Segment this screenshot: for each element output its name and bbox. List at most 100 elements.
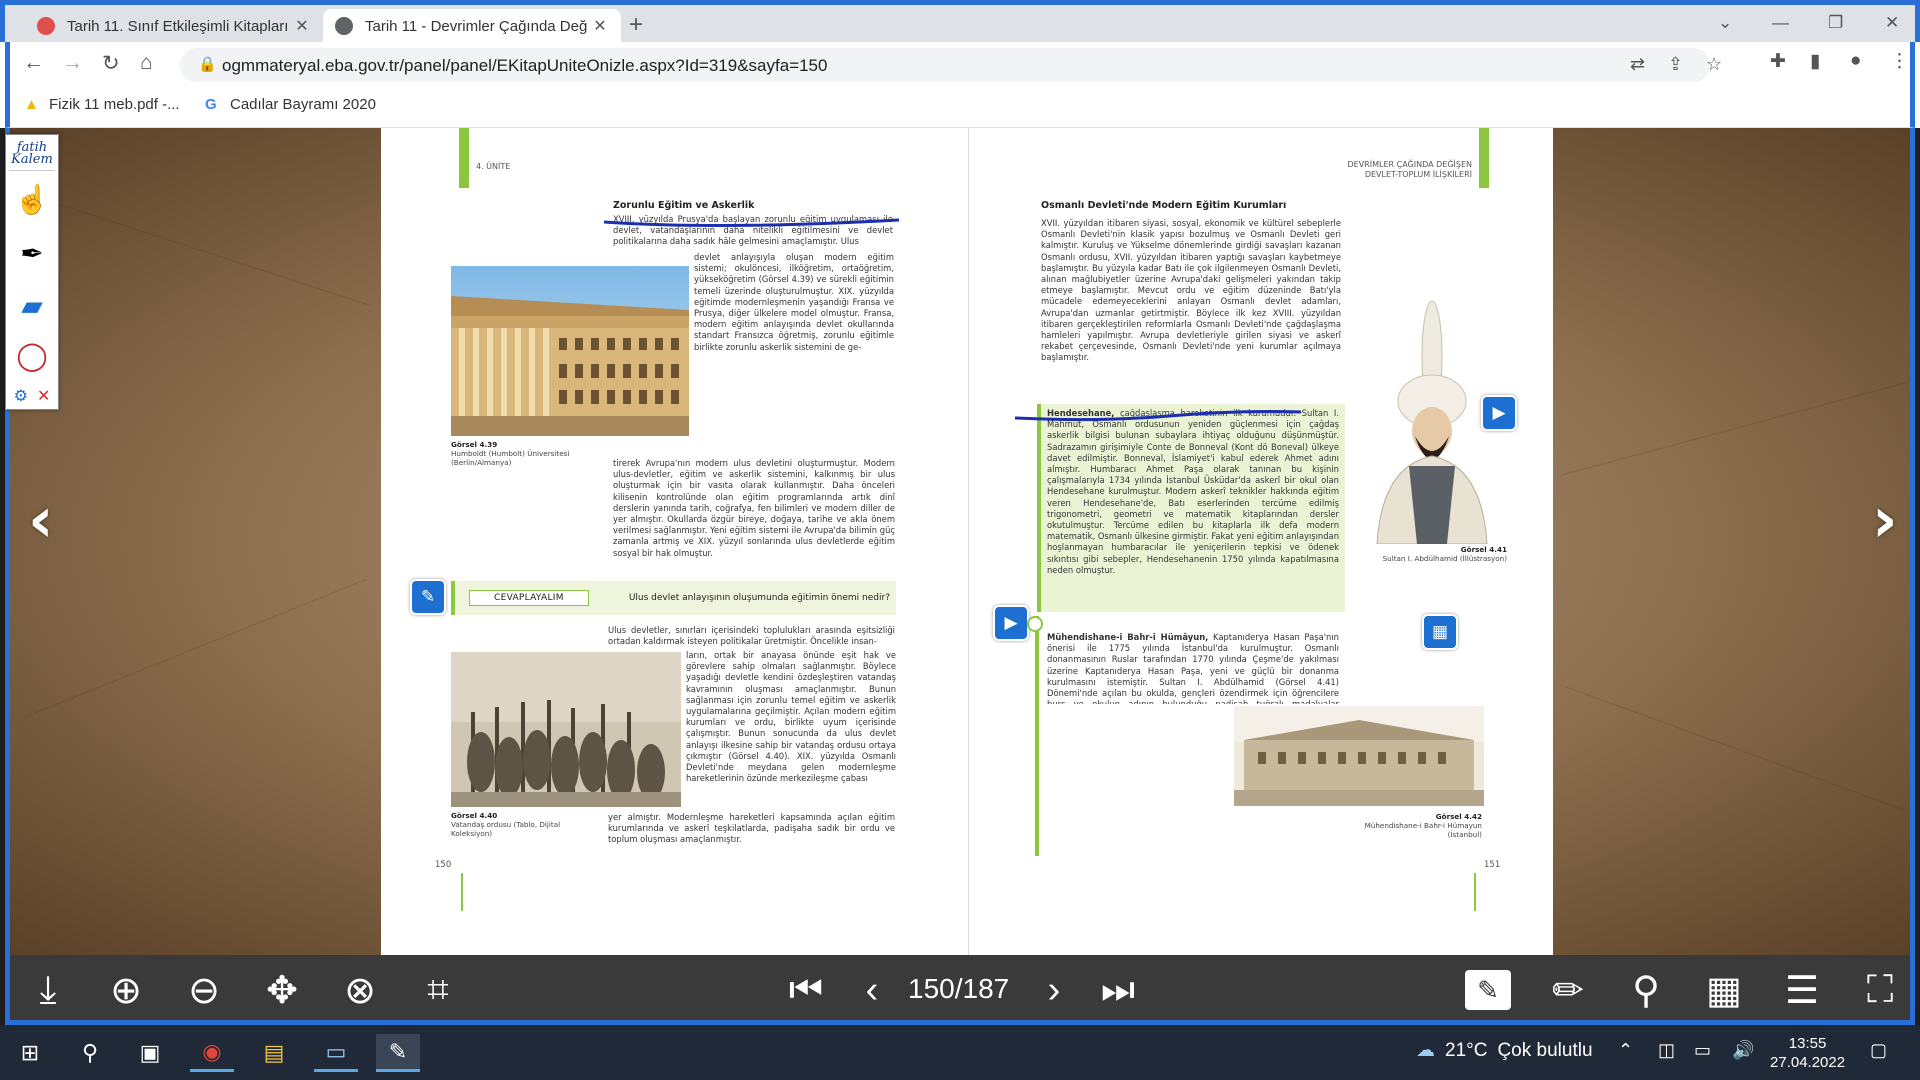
notification-icon[interactable]: ▢ (1870, 1040, 1887, 1061)
page-counter[interactable]: 150/187 (908, 973, 1009, 1005)
bookmark-label: Cadılar Bayramı 2020 (230, 96, 376, 113)
weather-temp: 21°C (1445, 1039, 1488, 1061)
caption-title: Görsel 4.40 (451, 811, 498, 820)
search-icon[interactable]: ⚲ (1620, 965, 1672, 1015)
paragraph: yer almıştır. Modernleşme hareketleri ka… (608, 812, 895, 845)
address-bar[interactable]: 🔒 ogmmateryal.eba.gov.tr/panel/panel/EKi… (180, 48, 1722, 82)
cevaplayalim-label: CEVAPLAYALIM (469, 590, 589, 606)
translate-icon[interactable]: ⇄ (1630, 54, 1645, 75)
minimize-button[interactable]: — (1772, 13, 1789, 33)
first-page-icon[interactable]: ⏮ (780, 965, 832, 1015)
reload-button[interactable]: ↻ (102, 51, 120, 76)
volume-icon[interactable]: 🔊 (1732, 1040, 1754, 1061)
image-gallery-button[interactable]: ▦ (1422, 614, 1458, 650)
caption-4-41: Görsel 4.41 Sultan I. Abdülhamid (İllüst… (1359, 545, 1507, 563)
tab-search-icon[interactable]: ⌄ (1718, 13, 1732, 33)
video-button[interactable]: ▶ (993, 605, 1029, 641)
edit-icon[interactable]: ✎ (1465, 970, 1511, 1010)
cevaplayalim-box: CEVAPLAYALIM Ulus devlet anlayışının olu… (451, 581, 896, 615)
back-button[interactable]: ← (23, 51, 44, 75)
new-tab-button[interactable]: + (629, 11, 643, 39)
unit-marker (459, 128, 469, 188)
profile-avatar-icon[interactable]: ● (1850, 50, 1861, 72)
tab-devrimler-cagi[interactable]: Tarih 11 - Devrimler Çağında Değ ✕ (323, 9, 621, 43)
timeline-dot (1027, 616, 1043, 632)
restore-button[interactable]: ❐ (1828, 13, 1843, 33)
muhendishane-paragraph: Mühendishane-i Bahr-i Hümâyun, Kaptanıde… (1047, 632, 1339, 704)
zoom-out-icon[interactable]: ⊖ (178, 965, 230, 1015)
shapes-icon[interactable]: ◯ (9, 333, 55, 377)
caption-title: Görsel 4.42 (1435, 812, 1482, 821)
pen-app-icon[interactable]: ✎ (376, 1034, 420, 1072)
chrome-icon[interactable]: ◉ (190, 1034, 234, 1072)
system-clock[interactable]: 13:55 27.04.2022 (1770, 1034, 1845, 1072)
viewer-toolbar: ⤓ ⊕ ⊖ ✥ ⊗ ⌗ ⏮ ‹ 150/187 › ⏭ ✎ ✏ ⚲ ▦ ☰ ⛶ (5, 955, 1915, 1025)
video-button[interactable]: ▶ (1481, 395, 1517, 431)
meb-logo-icon (37, 17, 55, 35)
caption-text: Mühendishane-i Bahr-i Hümayun (İstanbul) (1364, 821, 1482, 839)
zoom-reset-icon[interactable]: ⊗ (334, 965, 386, 1015)
term-bold: Mühendishane-i Bahr-i Hümâyun, (1047, 632, 1209, 642)
pen-panel-footer: ⚙ ✕ (9, 384, 55, 408)
unit-marker (1479, 128, 1489, 188)
unit-label: 4. ÜNİTE (476, 162, 511, 171)
close-tab-icon[interactable]: ✕ (591, 16, 609, 36)
url-text[interactable]: ogmmateryal.eba.gov.tr/panel/panel/EKita… (222, 56, 827, 76)
previous-page-icon[interactable]: ‹ (846, 965, 898, 1015)
close-tab-icon[interactable]: ✕ (293, 16, 311, 36)
device-icon[interactable]: ◫ (1658, 1040, 1675, 1061)
side-panel-icon[interactable]: ▮ (1810, 50, 1820, 73)
bookmarks-bar: ▲ Fizik 11 meb.pdf -... G Cadılar Bayram… (5, 88, 1915, 128)
pen-icon[interactable]: ✒ (9, 231, 55, 275)
last-page-icon[interactable]: ⏭ (1092, 965, 1144, 1015)
pen-icon[interactable]: ✏ (1542, 965, 1594, 1015)
term-text: Kaptanıderya Hasan Paşa'nın önerisi ile … (1047, 632, 1339, 704)
forward-button[interactable]: → (62, 51, 83, 75)
activity-button[interactable]: ✎ (410, 579, 446, 615)
crop-icon[interactable]: ⌗ (412, 965, 464, 1015)
share-icon[interactable]: ⇪ (1668, 54, 1683, 75)
download-icon[interactable]: ⤓ (22, 965, 74, 1015)
network-icon[interactable]: ▭ (1694, 1040, 1711, 1061)
remote-desktop-icon[interactable]: ▭ (314, 1034, 358, 1072)
section-title: Osmanlı Devleti'nde Modern Eğitim Kuruml… (1041, 200, 1287, 211)
next-page-icon[interactable]: › (1028, 965, 1080, 1015)
menu-kebab-icon[interactable]: ⋮ (1890, 50, 1909, 73)
list-icon[interactable]: ☰ (1776, 965, 1828, 1015)
caption-4-42: Görsel 4.42 Mühendishane-i Bahr-i Hümayu… (1334, 812, 1482, 839)
grid-icon[interactable]: ▦ (1698, 965, 1750, 1015)
weather-widget[interactable]: ☁ 21°C Çok bulutlu (1416, 1039, 1593, 1062)
zoom-in-icon[interactable]: ⊕ (100, 965, 152, 1015)
term-text: çağdaşlaşma hareketinin ilk kurumudur. S… (1047, 408, 1339, 575)
task-view-icon[interactable]: ▣ (128, 1034, 172, 1072)
file-explorer-icon[interactable]: ▤ (252, 1034, 296, 1072)
bookmark-fizik[interactable]: ▲ Fizik 11 meb.pdf -... (24, 96, 180, 113)
pan-icon[interactable]: ✥ (256, 965, 308, 1015)
eraser-icon[interactable]: ▰ (9, 283, 55, 327)
next-page-arrow[interactable]: › (1872, 483, 1898, 556)
previous-page-arrow[interactable]: ‹ (28, 483, 54, 556)
bookmark-star-icon[interactable]: ☆ (1706, 54, 1722, 75)
settings-icon[interactable]: ⚙ (14, 386, 28, 406)
windows-start-icon[interactable]: ⊞ (8, 1034, 52, 1072)
page-number: 150 (435, 860, 452, 870)
close-icon[interactable]: ✕ (37, 386, 50, 406)
bookmark-cadilar[interactable]: G Cadılar Bayramı 2020 (205, 96, 376, 113)
tray-chevron-icon[interactable]: ⌃ (1618, 1040, 1633, 1061)
extensions-icon[interactable]: ✚ (1770, 50, 1786, 73)
fullscreen-icon[interactable]: ⛶ (1854, 965, 1906, 1015)
hand-pointer-icon[interactable]: ☝ (9, 177, 55, 221)
hendesehane-paragraph: Hendesehane, çağdaşlaşma hareketinin ilk… (1047, 408, 1339, 608)
tab-etkilesimli-kitaplar[interactable]: Tarih 11. Sınıf Etkileşimli Kitapları ✕ (25, 9, 323, 43)
humboldt-university-photo (451, 266, 689, 436)
caption-text: Vatandaş ordusu (Tablo, Dijital Koleksiy… (451, 820, 561, 838)
home-button[interactable]: ⌂ (140, 51, 153, 75)
browser-window: Tarih 11. Sınıf Etkileşimli Kitapları ✕ … (0, 0, 1920, 128)
paragraph: devlet anlayışıyla oluşan modern eğitim … (694, 252, 894, 352)
term-bold: Hendesehane, (1047, 408, 1115, 418)
book-page-right: DEVRİMLER ÇAĞINDA DEĞİŞEN DEVLET-TOPLUM … (968, 128, 1553, 955)
tab-title: Tarih 11 - Devrimler Çağında Değ (365, 17, 588, 35)
lock-icon[interactable]: 🔒 (198, 55, 217, 73)
close-window-button[interactable]: ✕ (1885, 13, 1899, 33)
search-icon[interactable]: ⚲ (68, 1034, 112, 1072)
